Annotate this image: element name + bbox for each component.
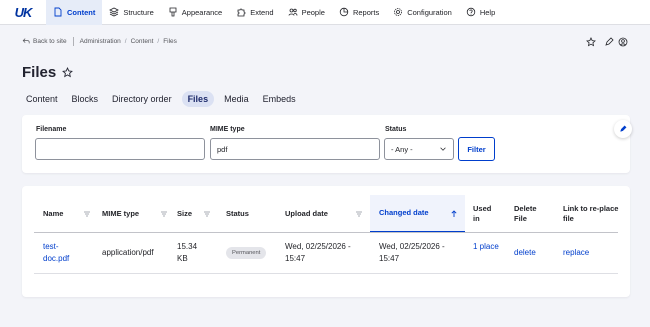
- people-icon: [288, 8, 297, 16]
- row-divider: [34, 273, 618, 274]
- file-name-link[interactable]: test-doc.pdf: [43, 241, 83, 265]
- user-circle-icon[interactable]: [618, 37, 628, 47]
- toolbar-item-label: Appearance: [181, 7, 223, 17]
- toolbar-item-label: Structure: [123, 7, 154, 17]
- toolbar-item-help[interactable]: Help: [459, 0, 502, 25]
- toolbar-item-label: Content: [67, 7, 96, 17]
- back-to-site-link[interactable]: Back to site: [33, 38, 67, 45]
- toolbar-item-structure[interactable]: Structure: [102, 0, 160, 25]
- filter-button[interactable]: Filter: [458, 137, 495, 161]
- size-cell: 15.34 KB: [177, 242, 198, 263]
- page-actions: [586, 37, 628, 47]
- column-header-status: Status: [226, 195, 276, 233]
- pencil-icon: [620, 125, 627, 132]
- breadcrumb-item-files: Files: [163, 37, 177, 45]
- favorite-star-icon[interactable]: [62, 67, 74, 78]
- breadcrumb-separator: /: [124, 37, 127, 45]
- toolbar-item-label: People: [301, 7, 325, 17]
- usage-link[interactable]: 1 place: [473, 241, 499, 253]
- toolbar-item-reports[interactable]: Reports: [332, 0, 386, 25]
- status-select[interactable]: - Any -: [384, 138, 454, 160]
- changed-date-cell: Wed, 02/25/2026 - 15:47: [379, 242, 445, 263]
- toolbar-item-extend[interactable]: Extend: [229, 0, 280, 25]
- column-header-label: Status: [226, 208, 249, 218]
- column-header-mime-type[interactable]: MIME type: [102, 195, 172, 233]
- column-header-label: Delete File: [514, 203, 537, 223]
- toolbar-item-content[interactable]: Content: [46, 0, 103, 25]
- layers-icon: [109, 7, 120, 17]
- column-header-upload-date[interactable]: Upload date: [285, 195, 367, 233]
- toolbar-item-label: Reports: [352, 7, 380, 17]
- sort-icon: [356, 211, 362, 217]
- sort-icon: [84, 211, 90, 217]
- mime-type-cell: application/pdf: [102, 248, 154, 257]
- back-arrow-icon: [22, 38, 30, 44]
- filename-input[interactable]: [35, 138, 205, 160]
- help-icon: [466, 7, 476, 17]
- tab-blocks[interactable]: Blocks: [68, 91, 103, 107]
- status-label: Status: [385, 126, 407, 133]
- gear-icon: [394, 8, 403, 16]
- column-header-label: Used in: [473, 203, 492, 223]
- brush-icon: [169, 7, 177, 17]
- logo-text: UK: [14, 4, 33, 20]
- breadcrumb-divider: [72, 36, 74, 46]
- column-header-delete-file: Delete File: [514, 195, 548, 233]
- column-header-changed-date[interactable]: Changed date: [370, 195, 465, 233]
- chart-icon: [339, 7, 349, 17]
- pencil-icon[interactable]: [604, 37, 614, 47]
- column-header-name[interactable]: Name: [43, 195, 95, 233]
- tab-directory-order[interactable]: Directory order: [108, 91, 176, 107]
- edit-view-button[interactable]: [614, 120, 632, 138]
- upload-date-cell: Wed, 02/25/2026 - 15:47: [285, 242, 351, 263]
- toolbar-item-label: Extend: [250, 7, 274, 17]
- local-tasks: Content Blocks Directory order Files Med…: [22, 91, 300, 107]
- column-header-label: Name: [43, 208, 64, 218]
- site-logo[interactable]: UK: [0, 0, 46, 25]
- toolbar-item-label: Help: [479, 7, 496, 17]
- page-title: Files: [22, 64, 74, 81]
- status-select-value: - Any -: [391, 144, 413, 154]
- column-header-replace-link: Link to re-place file: [563, 195, 619, 233]
- puzzle-icon: [237, 8, 246, 17]
- tab-media[interactable]: Media: [220, 91, 253, 107]
- status-badge: Permanent: [226, 247, 267, 259]
- filename-label: Filename: [36, 126, 67, 133]
- filter-form: Filename MIME type pdf Status - Any - Fi…: [22, 115, 632, 173]
- breadcrumb-separator: /: [157, 37, 160, 45]
- toolbar-item-people[interactable]: People: [281, 0, 332, 25]
- column-header-used-in: Used in: [473, 195, 499, 233]
- toolbar-item-configuration[interactable]: Configuration: [386, 0, 459, 25]
- breadcrumb-item-content[interactable]: Content: [131, 38, 154, 45]
- replace-link[interactable]: replace: [563, 247, 589, 259]
- tab-content[interactable]: Content: [22, 91, 62, 107]
- admin-toolbar: UK Content Structure Appearance Extend P…: [0, 0, 650, 25]
- breadcrumb: Back to site Administration / Content / …: [0, 25, 650, 57]
- column-header-label: MIME type: [102, 208, 140, 218]
- sort-icon: [204, 211, 210, 217]
- toolbar-item-label: Configuration: [407, 7, 452, 17]
- breadcrumb-item-administration[interactable]: Administration: [80, 38, 121, 45]
- file-icon: [54, 7, 62, 17]
- column-header-size[interactable]: Size: [177, 195, 215, 233]
- column-header-label: Link to re-place file: [563, 203, 619, 223]
- tab-files[interactable]: Files: [181, 91, 215, 107]
- header-divider: [34, 232, 618, 233]
- delete-link[interactable]: delete: [514, 247, 536, 259]
- column-header-label: Changed date: [379, 207, 429, 217]
- mime-type-input[interactable]: pdf: [210, 138, 380, 160]
- arrow-up-icon: [451, 210, 457, 217]
- chevron-down-icon: [440, 147, 446, 151]
- mime-type-label: MIME type: [210, 126, 245, 133]
- column-header-label: Upload date: [285, 208, 328, 218]
- column-header-label: Size: [177, 208, 193, 218]
- star-icon[interactable]: [586, 37, 596, 47]
- files-table: Name MIME type Size Status Upload date C…: [22, 186, 630, 297]
- sort-icon: [161, 211, 167, 217]
- page-title-text: Files: [22, 64, 57, 81]
- toolbar-item-appearance[interactable]: Appearance: [161, 0, 229, 25]
- tab-embeds[interactable]: Embeds: [259, 91, 300, 107]
